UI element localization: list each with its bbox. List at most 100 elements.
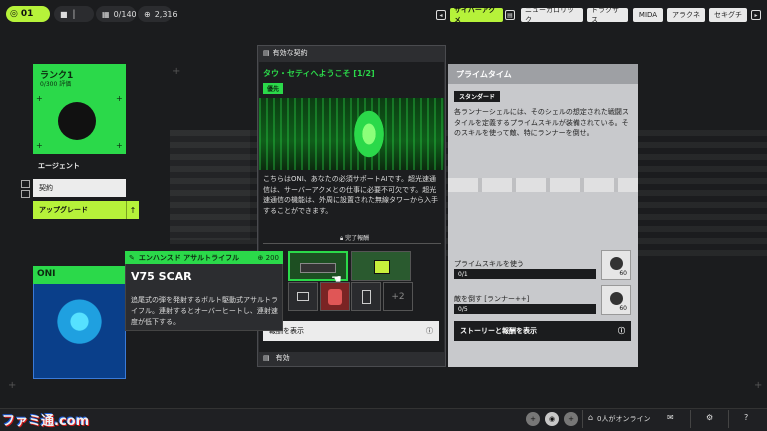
- help-icon[interactable]: ?: [744, 413, 748, 422]
- crosshair-icon: +: [754, 380, 763, 391]
- mail-icon[interactable]: ✉: [667, 413, 674, 422]
- divider: [582, 410, 583, 428]
- oni-name: ONI: [33, 266, 126, 284]
- standard-tag: スタンダード: [454, 91, 501, 102]
- crosshair-icon: +: [8, 380, 17, 391]
- tab-traxus[interactable]: トラクサス: [587, 6, 628, 24]
- mascot-icon: [328, 289, 342, 305]
- credits-pill[interactable]: ⊕ 2,316: [138, 6, 178, 22]
- party-leader-icon[interactable]: ◉: [545, 412, 559, 426]
- chip-icon: [374, 260, 390, 274]
- currency-bar-icon: │: [71, 9, 77, 19]
- crosshair-icon: +: [36, 94, 43, 103]
- contract-icon: ▤: [263, 354, 270, 362]
- show-story-rewards-button[interactable]: ストーリーと報酬を表示 ⓘ: [454, 321, 631, 341]
- friends-icon[interactable]: ⌂: [588, 413, 593, 422]
- inventory-value: 0/140: [113, 9, 137, 19]
- contract-menu-button[interactable]: 契約: [33, 179, 126, 197]
- reward-slot-item[interactable]: [351, 251, 411, 281]
- arrow-up-icon[interactable]: ↑: [126, 201, 139, 219]
- task-progress: 0/5: [454, 304, 596, 314]
- credits-icon: ⊕: [144, 9, 151, 19]
- reward-slot-small[interactable]: [351, 282, 381, 311]
- tab-cyberacme[interactable]: サイバーアクメ: [450, 6, 503, 24]
- currency-pill[interactable]: ■ │: [54, 6, 94, 22]
- contract-panel-title: 有効な契約: [272, 49, 308, 57]
- contract-status: 有効: [275, 354, 290, 362]
- task-label: プライムスキルを使う: [454, 260, 524, 268]
- contract-icon: ▤: [263, 49, 270, 57]
- background-block: [170, 130, 250, 240]
- task-reward: 60: [601, 250, 631, 280]
- credits-value: 2,316: [154, 9, 178, 19]
- contract-description: こちらはONI、あなたの必須サポートAIです。超光速通信は、サーバーアクメとの仕…: [263, 175, 438, 215]
- reward-header: 🔒︎ 完了報酬: [340, 233, 369, 243]
- level-pill[interactable]: ◎ 01: [6, 6, 50, 22]
- contract-artwork-face: [346, 98, 392, 170]
- task-label: 敵を倒す [ランナー++]: [454, 295, 530, 303]
- upgrade-side-icon: [21, 190, 30, 198]
- lock-icon: 🔒︎: [340, 235, 344, 242]
- online-count: 0人がオンライン: [597, 415, 651, 423]
- crosshair-icon: +: [116, 141, 123, 150]
- headset-icon: ◎: [10, 9, 18, 19]
- faction-logo-icon: [58, 102, 96, 140]
- divider: [263, 243, 441, 244]
- show-rewards-button[interactable]: 報酬を表示 ⓘ: [263, 321, 439, 341]
- rank-score: 0/300 評価: [40, 81, 72, 88]
- prime-time-title: プライムタイム: [448, 64, 638, 84]
- divider: [728, 410, 729, 428]
- faction-token-icon: [610, 292, 623, 305]
- tab-sekiguchi[interactable]: セキグチ: [709, 8, 747, 22]
- weapon-cost: 200: [265, 253, 279, 262]
- reward-label: 完了報酬: [345, 235, 370, 242]
- priority-badge: 優先: [263, 83, 284, 94]
- tooltip-header: ✎ エンハンスド アサルトライフル ⊕ 200: [125, 251, 283, 264]
- side-icon-group: [21, 180, 30, 200]
- task-reward: 60: [601, 285, 631, 315]
- next-tab-icon[interactable]: ▸: [751, 10, 761, 20]
- bottom-bar: [0, 408, 767, 431]
- decorative-bars: [448, 178, 638, 192]
- tab-mida[interactable]: MIDA: [633, 8, 663, 22]
- info-icon: ⓘ: [426, 327, 433, 335]
- pencil-icon: ✎: [129, 253, 135, 262]
- contract-title: タウ・セティへようこそ [1/2]: [263, 69, 375, 78]
- backpack-icon: ▦: [102, 9, 110, 19]
- watermark-logo: ファミ通.com: [2, 414, 90, 429]
- story-button-label: ストーリーと報酬を表示: [460, 327, 537, 335]
- crosshair-icon: +: [116, 94, 123, 103]
- gear-icon[interactable]: ⚙: [706, 413, 713, 422]
- task-reward-value: 60: [619, 305, 627, 312]
- contract-footer: ▤ 有効: [263, 353, 290, 363]
- weapon-description: 追尾式の弾を発射するボルト駆動式アサルトライフル。連射するとオーバーヒートし、連…: [131, 296, 278, 326]
- party-member-icon[interactable]: +: [526, 412, 540, 426]
- tab-newcaloric[interactable]: ニューカロリック: [521, 6, 583, 24]
- task-reward-value: 60: [619, 270, 627, 277]
- agent-label: エージェント: [38, 162, 80, 170]
- prime-time-description: 各ランナーシェルには、そのシェルの想定された戦闘スタイルを定義するプライムスキル…: [454, 108, 629, 137]
- weapon-name: V75 SCAR: [131, 270, 192, 283]
- prev-tab-icon[interactable]: ◂: [436, 10, 446, 20]
- canister-icon: [362, 290, 371, 304]
- cost-group: ⊕ 200: [258, 254, 279, 262]
- contract-side-icon: [21, 180, 30, 188]
- crosshair-icon: +: [172, 66, 181, 77]
- card-icon: [297, 292, 309, 301]
- divider: [690, 410, 691, 428]
- crosshair-icon: +: [36, 141, 43, 150]
- party-member-icon[interactable]: +: [564, 412, 578, 426]
- tab-arachne[interactable]: アラクネ: [667, 8, 705, 22]
- more-rewards-count[interactable]: +2: [383, 282, 413, 311]
- reward-slot-small[interactable]: [320, 282, 350, 311]
- faction-token-icon: [610, 257, 623, 270]
- level-value: 01: [20, 9, 34, 19]
- cursor-hand-icon: ☚: [331, 272, 342, 286]
- reward-slot-small[interactable]: [288, 282, 318, 311]
- token-icon: ■: [60, 9, 68, 19]
- upgrade-menu-button[interactable]: アップグレード: [33, 201, 126, 219]
- task-progress: 0/1: [454, 269, 596, 279]
- inventory-pill[interactable]: ▦ 0/140: [96, 6, 137, 22]
- info-icon: ⓘ: [618, 327, 625, 335]
- oni-portrait: [34, 284, 125, 378]
